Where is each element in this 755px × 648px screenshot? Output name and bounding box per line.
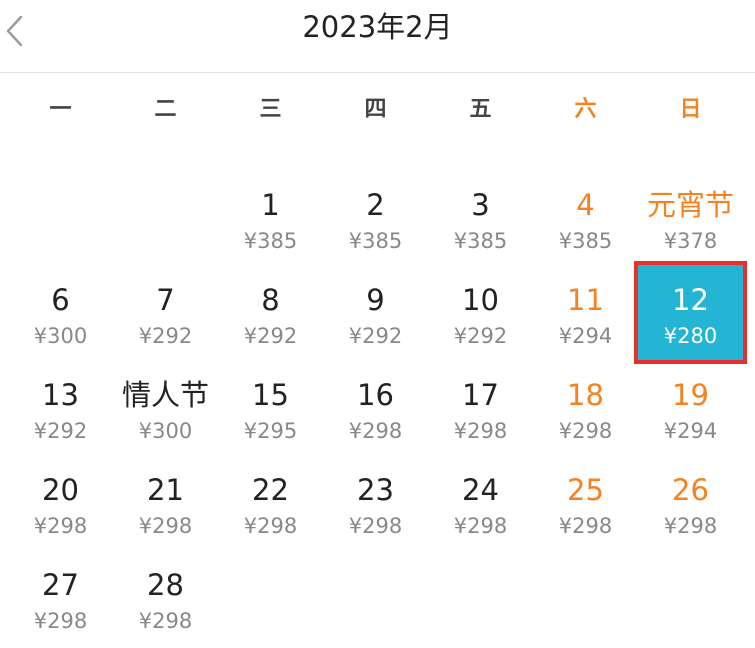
weekday-tue: 二 [154,97,177,122]
day-price: ¥298 [558,514,613,538]
day-label: 21 [147,473,184,507]
calendar-day[interactable]: 25 ¥298 [533,455,638,550]
day-label: 13 [42,378,79,412]
day-price: ¥298 [453,419,508,443]
day-price: ¥292 [348,324,403,348]
calendar-day[interactable]: 21 ¥298 [113,455,218,550]
calendar-day[interactable]: 15 ¥295 [218,360,323,455]
day-price: ¥298 [243,514,298,538]
day-label: 元宵节 [646,188,734,222]
calendar-day[interactable]: 11 ¥294 [533,265,638,360]
day-price: ¥300 [33,324,88,348]
day-label: 17 [462,378,499,412]
calendar-day[interactable]: 27 ¥298 [8,550,113,645]
day-price: ¥292 [33,419,88,443]
day-price: ¥292 [243,324,298,348]
day-label: 18 [567,378,604,412]
weekday-mon: 一 [49,97,72,122]
day-label: 25 [567,473,604,507]
calendar-day[interactable]: 6 ¥300 [8,265,113,360]
day-label: 6 [51,283,70,317]
day-label: 3 [471,188,490,222]
day-price: ¥280 [663,324,718,348]
calendar-header: 2023年2月 [0,0,755,73]
weekday-fri: 五 [469,97,492,122]
calendar-day[interactable]: 20 ¥298 [8,455,113,550]
day-price: ¥292 [138,324,193,348]
day-label: 11 [567,283,604,317]
day-price: ¥385 [558,229,613,253]
day-price: ¥385 [453,229,508,253]
calendar-day[interactable]: 22 ¥298 [218,455,323,550]
day-price: ¥295 [243,419,298,443]
calendar-day-selected[interactable]: 12 ¥280 [634,261,747,364]
calendar-day[interactable]: 16 ¥298 [323,360,428,455]
month-title: 2023年2月 [302,10,453,44]
calendar-day[interactable]: 10 ¥292 [428,265,533,360]
day-label: 情人节 [121,378,209,412]
calendar-day[interactable]: 4 ¥385 [533,170,638,265]
weekday-row: 一 二 三 四 五 六 日 [0,90,735,130]
day-price: ¥298 [138,514,193,538]
day-label: 20 [42,473,79,507]
day-price: ¥298 [33,514,88,538]
day-label: 1 [261,188,280,222]
day-price: ¥378 [663,229,718,253]
day-price: ¥298 [138,609,193,633]
day-price: ¥300 [138,419,193,443]
day-label: 15 [252,378,289,412]
day-label: 4 [576,188,595,222]
day-label: 23 [357,473,394,507]
calendar-day[interactable]: 18 ¥298 [533,360,638,455]
day-label: 27 [42,568,79,602]
day-label: 24 [462,473,499,507]
day-price: ¥292 [453,324,508,348]
day-label: 8 [261,283,280,317]
calendar-day[interactable]: 2 ¥385 [323,170,428,265]
day-label: 28 [147,568,184,602]
day-label: 12 [672,283,709,317]
day-price: ¥385 [243,229,298,253]
day-price: ¥298 [348,514,403,538]
calendar-day[interactable]: 19 ¥294 [638,360,743,455]
day-price: ¥294 [663,419,718,443]
calendar-day[interactable]: 17 ¥298 [428,360,533,455]
calendar-day[interactable]: 23 ¥298 [323,455,428,550]
day-price: ¥298 [348,419,403,443]
calendar-day[interactable]: 24 ¥298 [428,455,533,550]
calendar-grid: 1 ¥385 2 ¥385 3 ¥385 4 ¥385 元宵节 ¥378 6 ¥300 7 ¥292 8 ¥2… [8,170,747,645]
calendar-day[interactable]: 元宵节 ¥378 [638,170,743,265]
calendar-day[interactable]: 7 ¥292 [113,265,218,360]
weekday-sat: 六 [574,97,597,122]
calendar-day[interactable]: 26 ¥298 [638,455,743,550]
day-label: 22 [252,473,289,507]
day-label: 2 [366,188,385,222]
weekday-thu: 四 [364,97,387,122]
day-label: 26 [672,473,709,507]
calendar-day[interactable]: 28 ¥298 [113,550,218,645]
weekday-sun: 日 [679,97,702,122]
day-price: ¥385 [348,229,403,253]
day-price: ¥298 [663,514,718,538]
calendar-day[interactable]: 1 ¥385 [218,170,323,265]
day-label: 16 [357,378,394,412]
day-label: 7 [156,283,175,317]
weekday-wed: 三 [259,97,282,122]
day-price: ¥298 [33,609,88,633]
calendar-day[interactable]: 8 ¥292 [218,265,323,360]
calendar-day[interactable]: 3 ¥385 [428,170,533,265]
calendar-day[interactable]: 9 ¥292 [323,265,428,360]
day-label: 9 [366,283,385,317]
day-price: ¥294 [558,324,613,348]
day-price: ¥298 [453,514,508,538]
day-price: ¥298 [558,419,613,443]
calendar-day[interactable]: 13 ¥292 [8,360,113,455]
calendar-day[interactable]: 情人节 ¥300 [113,360,218,455]
day-label: 10 [462,283,499,317]
day-label: 19 [672,378,709,412]
